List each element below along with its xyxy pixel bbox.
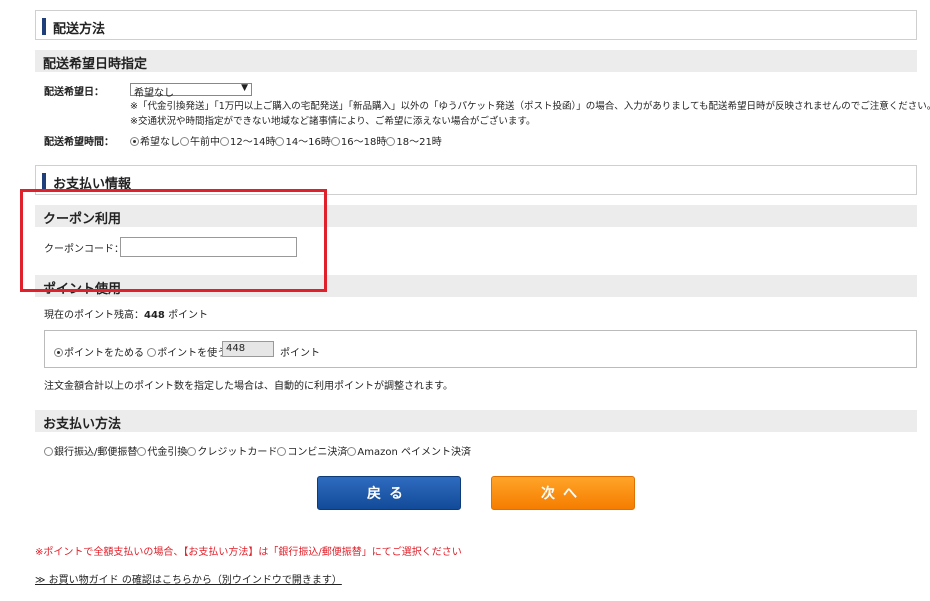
delivery-note-1: ※「代金引換発送」「1万円以上ご購入の宅配発送」「新品購入」以外の「ゆうパケット… (130, 101, 930, 112)
coupon-highlight-frame (20, 189, 327, 292)
payment-method-options: 銀行振込/郵便振替 代金引換 クレジットカード コンビニ決済 Amazon ペイメント決… (44, 443, 471, 458)
points-note: 注文金額合計以上のポイント数を指定した場合は、自動的に利用ポイントが調整されます… (44, 381, 453, 392)
radio-icon (180, 137, 189, 146)
radio-icon (147, 348, 157, 357)
points-use-box: ポイントをためる ポイントを使う 448 ポイント (44, 330, 917, 368)
select-value: 希望なし (134, 88, 174, 99)
payment-option-credit[interactable]: クレジットカード (187, 447, 277, 458)
delivery-date-subhead: 配送希望日時指定 (35, 50, 917, 72)
radio-icon (275, 137, 285, 146)
next-button[interactable]: 次へ (491, 476, 635, 510)
caret-down-icon: ▼ (241, 83, 248, 93)
payment-option-bank[interactable]: 銀行振込/郵便振替 (44, 447, 137, 458)
section-accent-bar (42, 173, 46, 190)
time-option-0[interactable]: 希望なし (130, 137, 180, 148)
radio-icon (54, 348, 63, 357)
points-option-use[interactable]: ポイントを使う (147, 348, 227, 359)
points-balance-label: 現在のポイント残高： (44, 310, 144, 321)
section-title: 配送方法 (53, 22, 106, 37)
radio-icon (130, 137, 139, 146)
back-button[interactable]: 戻る (317, 476, 461, 510)
points-use-unit: ポイント (280, 348, 320, 359)
delivery-time-label: 配送希望時間： (44, 137, 114, 148)
delivery-time-options: 希望なし 午前中 12～14時 14～16時 16～18時 18～21時 (130, 133, 442, 148)
points-balance: 現在のポイント残高：448 ポイント (44, 306, 208, 321)
payment-method-subhead: お支払い方法 (35, 410, 917, 432)
radio-icon (386, 137, 396, 146)
points-balance-value: 448 (144, 310, 165, 321)
radio-icon (330, 137, 340, 146)
delivery-date-select[interactable]: 希望なし ▼ (130, 83, 252, 99)
radio-icon (44, 447, 53, 456)
delivery-note-2: ※交通状況や時間指定ができない地域など諸事情により、ご希望に添えない場合がござい… (130, 116, 536, 127)
radio-icon (187, 447, 197, 456)
section-accent-bar (42, 18, 46, 35)
time-option-5[interactable]: 18～21時 (386, 137, 442, 148)
delivery-section-header: 配送方法 (35, 10, 917, 40)
time-option-4[interactable]: 16～18時 (330, 137, 386, 148)
radio-icon (137, 447, 147, 456)
points-options: ポイントをためる ポイントを使う (54, 344, 227, 359)
payment-option-convenience[interactable]: コンビニ決済 (277, 447, 347, 458)
points-option-save[interactable]: ポイントをためる (54, 348, 144, 359)
time-option-2[interactable]: 12～14時 (220, 137, 275, 148)
radio-icon (220, 137, 229, 146)
radio-icon (277, 447, 287, 456)
shopping-guide-link[interactable]: ≫ お買い物ガイド の確認はこちらから（別ウインドウで開きます） (35, 571, 342, 586)
points-use-input[interactable]: 448 (222, 341, 274, 357)
time-option-3[interactable]: 14～16時 (275, 137, 331, 148)
time-option-1[interactable]: 午前中 (180, 137, 220, 148)
payment-option-cod[interactable]: 代金引換 (137, 447, 187, 458)
delivery-date-label: 配送希望日： (44, 87, 104, 98)
full-points-payment-note: ※ポイントで全額支払いの場合、【お支払い方法】は「銀行振込/郵便振替」にてご選択… (35, 547, 462, 558)
points-balance-unit: ポイント (168, 310, 209, 321)
subhead-title: お支払い方法 (43, 417, 122, 432)
subhead-title: 配送希望日時指定 (43, 57, 148, 72)
payment-option-amazon[interactable]: Amazon ペイメント決済 (347, 447, 471, 458)
radio-icon (347, 447, 357, 456)
